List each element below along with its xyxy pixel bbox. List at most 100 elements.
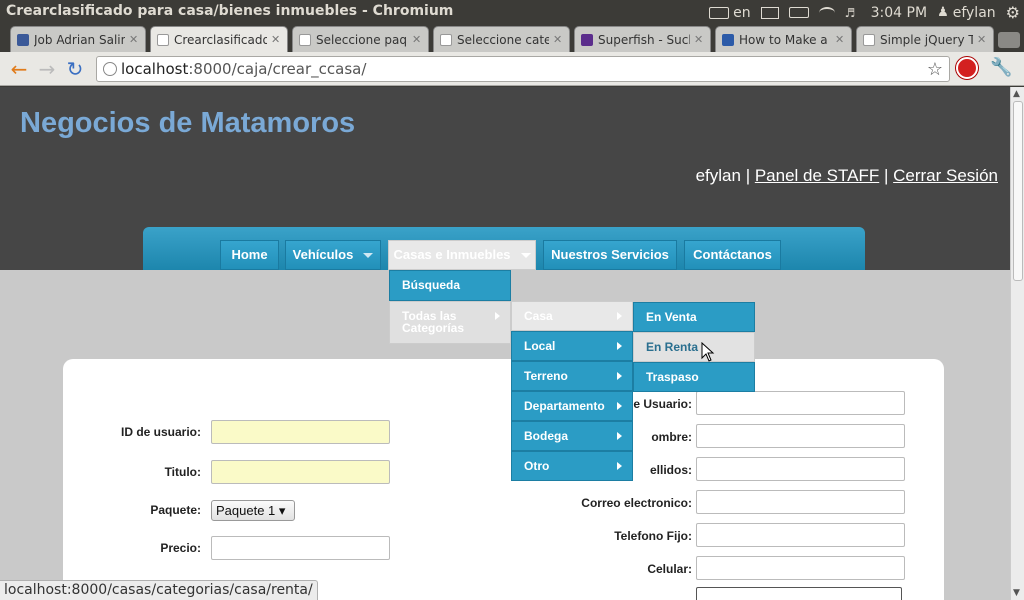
menu-otro[interactable]: Otro [511, 451, 633, 481]
close-icon[interactable]: ✕ [694, 33, 706, 46]
mouse-cursor-icon [701, 342, 715, 362]
menu-departamento[interactable]: Departamento [511, 391, 633, 421]
separator: | [740, 166, 755, 185]
menu-traspaso[interactable]: Traspaso [633, 362, 755, 392]
tab-superfish[interactable]: Superfish - Sucke ✕ [574, 26, 711, 52]
address-bar[interactable]: localhost:8000/caja/crear_ccasa/ ☆ [96, 56, 950, 82]
chevron-right-icon [495, 312, 500, 320]
back-button[interactable]: ← [8, 58, 30, 80]
nav-servicios[interactable]: Nuestros Servicios [543, 240, 677, 270]
telefono-label: Telefono Fijo: [614, 529, 692, 543]
chevron-right-icon [617, 312, 622, 320]
tab-strip: Job Adrian Salinas ✕ Crearclasificado ✕ … [0, 24, 1024, 52]
paquete-label: Paquete: [150, 503, 201, 517]
extra-input[interactable] [696, 587, 902, 600]
system-tray: en ♬ 3:04 PM ♟ efylan ⚙ [709, 3, 1020, 22]
menu-bodega[interactable]: Bodega [511, 421, 633, 451]
close-icon[interactable]: ✕ [835, 33, 847, 46]
close-icon[interactable]: ✕ [129, 33, 141, 46]
gear-icon[interactable]: ⚙ [1006, 3, 1020, 22]
page-icon [863, 33, 875, 46]
window-title: Crearclasificado para casa/bienes inmueb… [6, 3, 454, 19]
chevron-right-icon [617, 402, 622, 410]
id-usuario-label: ID de usuario: [120, 425, 201, 439]
chevron-right-icon [617, 462, 622, 470]
tab-simple-jquery[interactable]: Simple jQuery Ta ✕ [856, 26, 994, 52]
chevron-down-icon [520, 253, 531, 259]
menu-label: Bodega [524, 429, 569, 443]
tab-label: How to Make a j [739, 32, 831, 47]
correo-input[interactable] [696, 490, 905, 514]
adblock-icon[interactable] [956, 57, 978, 79]
page-icon [440, 33, 452, 46]
precio-label: Precio: [160, 541, 201, 555]
scroll-down-icon[interactable]: ▼ [1013, 588, 1020, 598]
new-tab-button[interactable] [998, 32, 1020, 48]
separator: | [879, 166, 894, 185]
tab-seleccione-paquete[interactable]: Seleccione paque ✕ [292, 26, 429, 52]
status-bar: localhost:8000/casas/categorias/casa/ren… [0, 580, 318, 600]
user-links: efylan | Panel de STAFF | Cerrar Sesión [696, 166, 998, 186]
scrollbar-thumb[interactable] [1013, 101, 1023, 281]
celular-label: Celular: [647, 562, 692, 576]
key-icon [722, 33, 734, 46]
keyboard-indicator[interactable]: en [709, 5, 751, 21]
page-icon [299, 33, 311, 46]
close-icon[interactable]: ✕ [412, 33, 424, 46]
tab-label: Job Adrian Salinas [34, 32, 125, 47]
wrench-icon[interactable]: 🔧 [990, 57, 1012, 78]
tab-how-to-make[interactable]: How to Make a j ✕ [715, 26, 852, 52]
menu-local[interactable]: Local [511, 331, 633, 361]
page-info-icon[interactable] [103, 62, 117, 76]
nav-casas-inmuebles[interactable]: Casas e Inmuebles [388, 240, 536, 270]
page-scrollbar[interactable]: ▲ ▼ [1010, 87, 1024, 600]
tab-crearclasificado[interactable]: Crearclasificado ✕ [150, 26, 288, 52]
scroll-up-icon[interactable]: ▲ [1013, 89, 1020, 99]
user-menu[interactable]: ♟ efylan [937, 5, 996, 21]
mail-icon[interactable] [760, 6, 779, 19]
keyboard-icon [709, 6, 730, 19]
staff-panel-link[interactable]: Panel de STAFF [755, 166, 879, 185]
nav-contacto[interactable]: Contáctanos [684, 240, 781, 270]
close-icon[interactable]: ✕ [271, 33, 283, 46]
close-icon[interactable]: ✕ [553, 33, 565, 46]
address-path: :8000/caja/crear_ccasa/ [188, 60, 367, 78]
menu-todas-categorias[interactable]: Todas las Categorías [389, 301, 511, 344]
menu-en-renta[interactable]: En Renta [633, 332, 755, 362]
wifi-icon[interactable] [818, 6, 835, 19]
tab-job-adrian[interactable]: Job Adrian Salinas ✕ [10, 26, 146, 52]
id-usuario-input[interactable] [211, 420, 390, 444]
menu-terreno[interactable]: Terreno [511, 361, 633, 391]
site-title[interactable]: Negocios de Matamoros [20, 107, 355, 140]
paquete-select[interactable]: Paquete 1 ▾ [211, 500, 295, 521]
nav-vehiculos[interactable]: Vehículos [285, 240, 381, 270]
bookmark-star-icon[interactable]: ☆ [927, 58, 943, 82]
volume-icon[interactable]: ♬ [845, 7, 861, 19]
main-navbar: Home Vehículos Casas e Inmuebles Nuestro… [143, 227, 865, 270]
battery-icon[interactable] [788, 7, 809, 18]
celular-input[interactable] [696, 556, 905, 580]
precio-input[interactable] [211, 536, 390, 560]
menu-casa[interactable]: Casa [511, 301, 633, 331]
close-icon[interactable]: ✕ [977, 33, 989, 46]
user-name: efylan [952, 4, 996, 21]
tab-label: Superfish - Sucke [598, 32, 690, 47]
menu-label: Departamento [524, 399, 605, 413]
nombre-input[interactable] [696, 424, 905, 448]
logout-link[interactable]: Cerrar Sesión [893, 166, 998, 185]
nombre-usuario-input[interactable] [696, 391, 905, 415]
menu-busqueda[interactable]: Búsqueda [389, 270, 511, 301]
apellidos-input[interactable] [696, 457, 905, 481]
menu-en-venta[interactable]: En Venta [633, 302, 755, 332]
nav-home[interactable]: Home [220, 240, 279, 270]
titulo-input[interactable] [211, 460, 390, 484]
tab-seleccione-categoria[interactable]: Seleccione categ ✕ [433, 26, 570, 52]
forward-button[interactable]: → [36, 58, 58, 80]
form-card: ID de usuario: Titulo: Paquete: Paquete … [63, 359, 944, 600]
nav-label: Casas e Inmuebles [393, 247, 511, 262]
browser-toolbar: ← → ↻ localhost:8000/caja/crear_ccasa/ ☆… [0, 52, 1024, 86]
reload-button[interactable]: ↻ [64, 58, 86, 80]
clock[interactable]: 3:04 PM [871, 5, 927, 21]
telefono-input[interactable] [696, 523, 905, 547]
superfish-icon [581, 33, 593, 46]
